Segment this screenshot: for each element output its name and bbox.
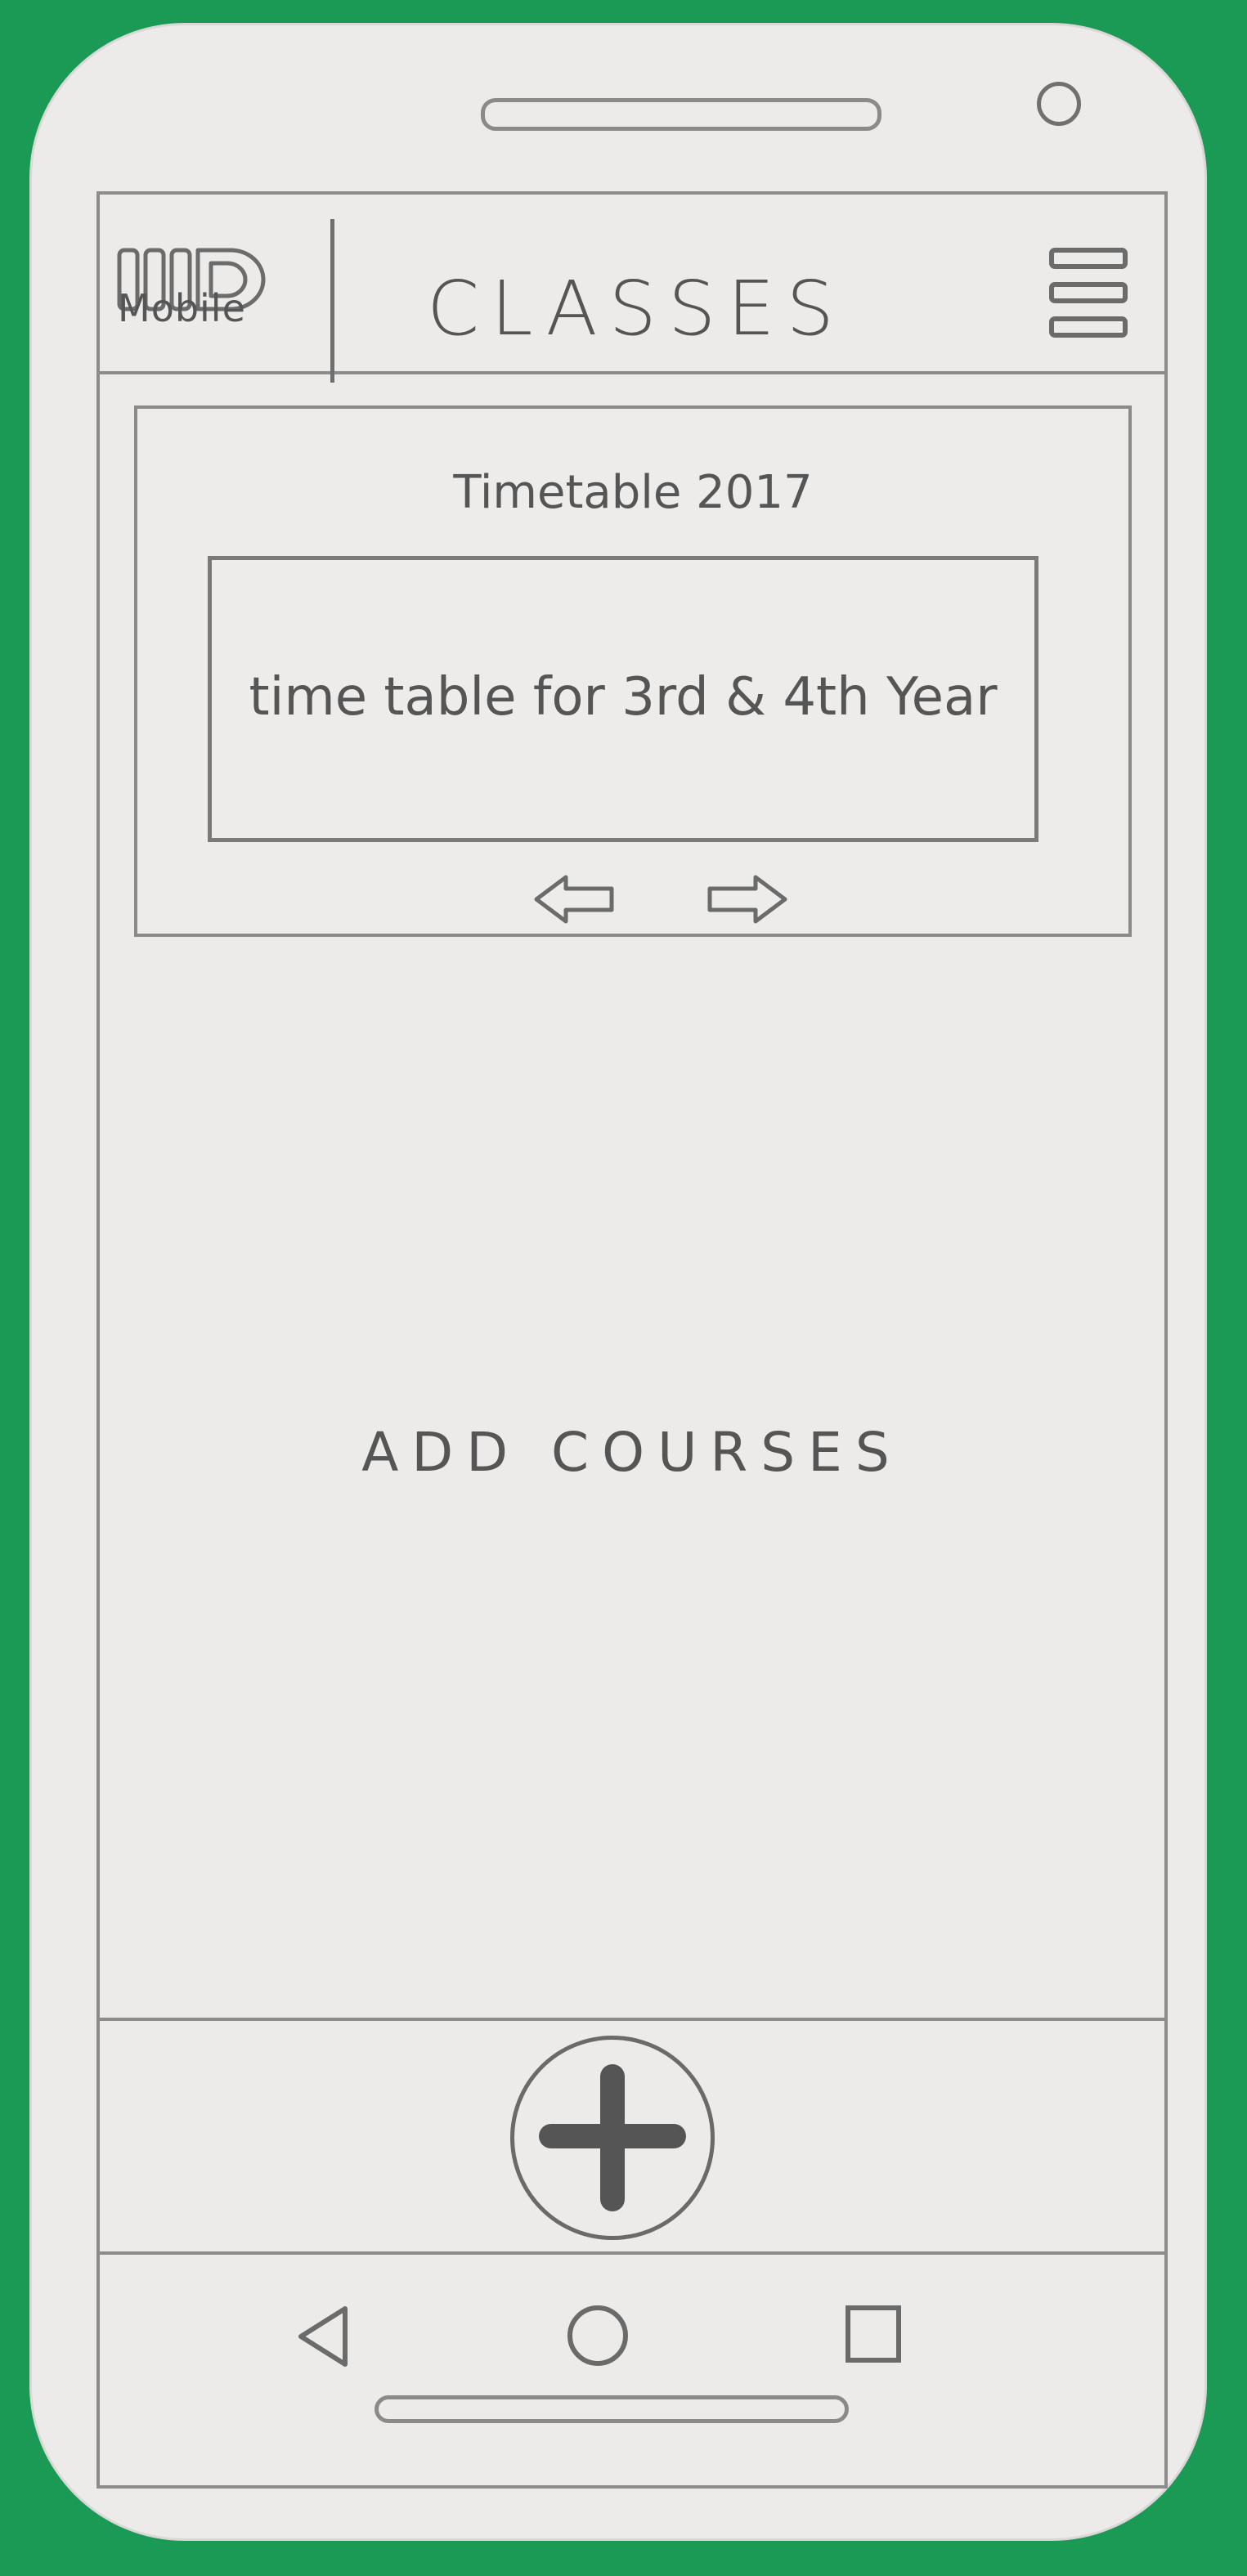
timetable-slide-text: time table for 3rd & 4th Year — [249, 667, 998, 728]
app-screen: Mobile CLASSES Timetable 2017 time table… — [96, 191, 1168, 2489]
speaker-slot — [481, 98, 881, 131]
add-course-button[interactable] — [510, 2036, 715, 2240]
header-divider — [330, 219, 334, 383]
arrow-right-icon[interactable] — [702, 871, 792, 928]
timetable-card: Timetable 2017 time table for 3rd & 4th … — [134, 405, 1132, 937]
timetable-slide[interactable]: time table for 3rd & 4th Year — [208, 556, 1038, 842]
logo-text: Mobile — [118, 286, 246, 330]
triangle-back-icon[interactable] — [294, 2304, 352, 2369]
square-recents-icon[interactable] — [846, 2305, 901, 2363]
hamburger-menu-icon[interactable] — [1045, 244, 1135, 342]
camera-icon — [1037, 82, 1081, 126]
app-header: Mobile CLASSES — [100, 195, 1164, 383]
arrow-left-icon[interactable] — [530, 871, 620, 928]
circle-home-icon[interactable] — [567, 2305, 628, 2366]
timetable-title: Timetable 2017 — [453, 466, 813, 519]
plus-icon — [539, 2064, 686, 2211]
add-courses-label: ADD COURSES — [361, 1421, 903, 1484]
home-indicator — [375, 2395, 849, 2423]
bottom-bar — [100, 2018, 1164, 2255]
page-title: CLASSES — [427, 265, 846, 352]
